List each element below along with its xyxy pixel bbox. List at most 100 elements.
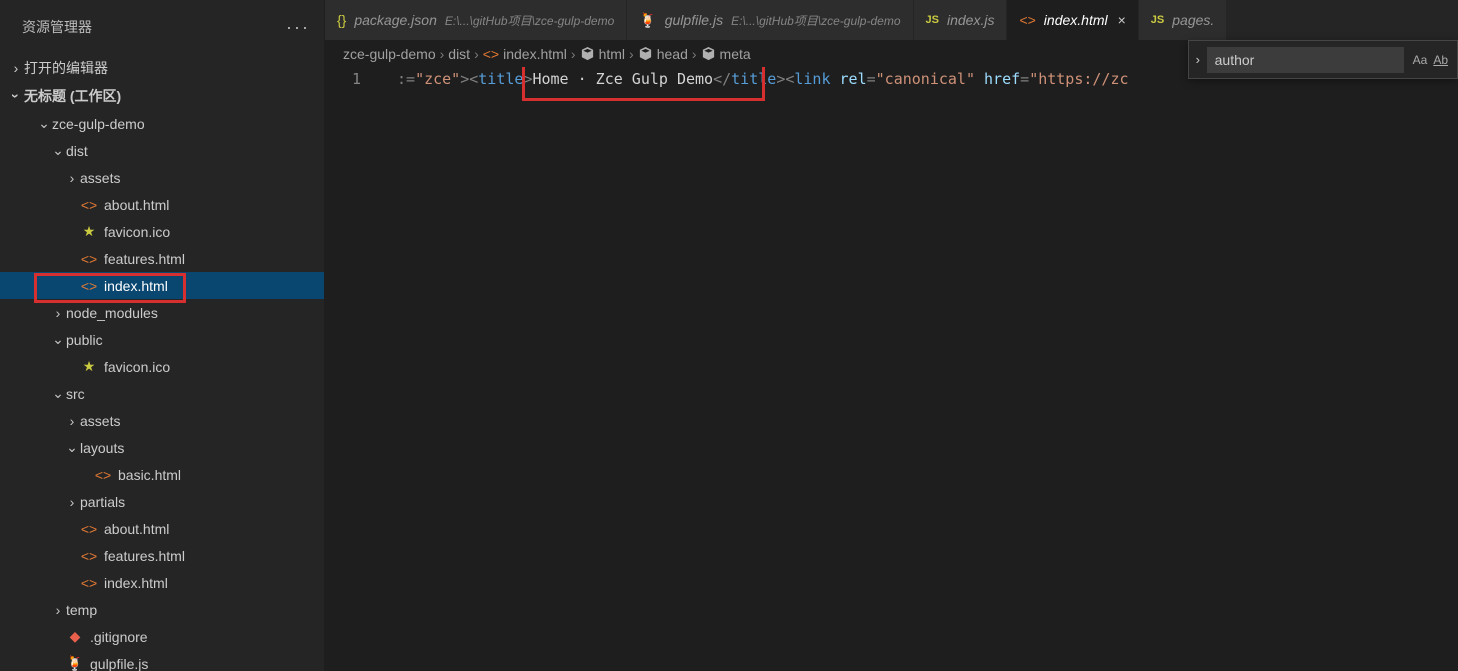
tree-folder[interactable]: ⌄layouts — [0, 434, 324, 461]
tree-label: public — [66, 332, 103, 348]
html-file-icon: <> — [80, 278, 98, 294]
tab-title: pages. — [1172, 12, 1214, 28]
tree-label: about.html — [104, 197, 169, 213]
chevron-down-icon: ⌄ — [50, 142, 66, 159]
code-token: := — [397, 70, 415, 88]
search-options: Aa Ab — [1404, 51, 1457, 69]
open-editors-label: 打开的编辑器 — [24, 58, 108, 78]
symbol-icon — [701, 46, 716, 61]
breadcrumb-separator: › — [440, 46, 445, 62]
code-token: link — [794, 70, 830, 88]
code-line: :="zce"><title>Home · Zce Gulp Demo</tit… — [397, 70, 1129, 88]
tree-file[interactable]: <> about.html — [0, 191, 324, 218]
tree-folder[interactable]: ⌄public — [0, 326, 324, 353]
breadcrumb-item[interactable]: html — [580, 46, 625, 62]
editor-tab[interactable]: 🍹gulpfile.jsE:\...\gitHub项目\zce-gulp-dem… — [627, 0, 913, 40]
breadcrumb-item[interactable]: head — [638, 46, 688, 62]
match-word-toggle[interactable]: Ab — [1430, 51, 1451, 69]
tree-label: about.html — [104, 521, 169, 537]
tree-folder[interactable]: ⌄dist — [0, 137, 324, 164]
chevron-right-icon[interactable]: › — [1189, 52, 1207, 67]
tree-folder[interactable]: ›temp — [0, 596, 324, 623]
tree-label: layouts — [80, 440, 124, 456]
tree-label: src — [66, 386, 85, 402]
tree-file[interactable]: ★favicon.ico — [0, 218, 324, 245]
tree-label: gulpfile.js — [90, 656, 148, 671]
tree-file[interactable]: <>about.html — [0, 515, 324, 542]
tree-label: assets — [80, 170, 120, 186]
js-icon: JS — [926, 14, 939, 26]
tree-label: features.html — [104, 251, 185, 267]
tree-folder[interactable]: ›partials — [0, 488, 324, 515]
code-token: rel — [840, 70, 867, 88]
tree-label: index.html — [104, 278, 168, 294]
close-icon[interactable]: × — [1118, 12, 1126, 28]
tree-label: dist — [66, 143, 88, 159]
file-tree: ⌄zce-gulp-demo⌄dist›assets<>about.html★f… — [0, 110, 324, 671]
html-file-icon: <> — [1019, 12, 1035, 28]
tree-folder[interactable]: ⌄zce-gulp-demo — [0, 110, 324, 137]
tree-folder[interactable]: ›assets — [0, 164, 324, 191]
code-token: >< — [776, 70, 794, 88]
editor-tab[interactable]: {}package.jsonE:\...\gitHub项目\zce-gulp-d… — [325, 0, 627, 40]
tree-folder[interactable]: ›node_modules — [0, 299, 324, 326]
symbol-icon — [580, 46, 595, 61]
js-icon: JS — [1151, 14, 1164, 26]
breadcrumb-item[interactable]: <>index.html — [483, 46, 567, 62]
tree-folder[interactable]: ›assets — [0, 407, 324, 434]
tree-file[interactable]: <>features.html — [0, 542, 324, 569]
code-token: title — [731, 70, 776, 88]
chevron-right-icon: › — [50, 305, 66, 321]
favicon-icon: ★ — [80, 358, 98, 375]
tree-file[interactable]: <>index.html — [0, 569, 324, 596]
editor-tab[interactable]: JSindex.js — [914, 0, 1008, 40]
symbol-icon — [638, 46, 653, 61]
html-file-icon: <> — [80, 251, 98, 267]
search-input[interactable] — [1207, 47, 1404, 73]
tree-label: .gitignore — [90, 629, 148, 645]
code-token: "canonical" — [876, 70, 975, 88]
breadcrumb-separator: › — [629, 46, 634, 62]
breadcrumb-separator: › — [474, 46, 479, 62]
open-editors-section[interactable]: › 打开的编辑器 — [0, 54, 324, 82]
editor-tab[interactable]: <> index.html × — [1007, 0, 1138, 40]
tab-title: package.json — [354, 12, 437, 28]
code-token — [831, 70, 840, 88]
chevron-right-icon: › — [50, 602, 66, 618]
tree-file[interactable]: ◆.gitignore — [0, 623, 324, 650]
match-case-toggle[interactable]: Aa — [1410, 51, 1431, 69]
tree-label: node_modules — [66, 305, 158, 321]
tree-file[interactable]: ★ favicon.ico — [0, 353, 324, 380]
tree-label: basic.html — [118, 467, 181, 483]
editor-area: {}package.jsonE:\...\gitHub项目\zce-gulp-d… — [325, 0, 1458, 671]
breadcrumb-separator: › — [571, 46, 576, 62]
tree-label: index.html — [104, 575, 168, 591]
gulp-icon: 🍹 — [639, 12, 656, 29]
tree-label: assets — [80, 413, 120, 429]
explorer-sidebar: 资源管理器 ··· › 打开的编辑器 › 无标题 (工作区) ⌄zce-gulp… — [0, 0, 325, 671]
html-file-icon: <> — [80, 548, 98, 564]
editor-tab[interactable]: JS pages. — [1139, 0, 1228, 40]
find-widget: › Aa Ab — [1188, 40, 1458, 79]
workspace-section[interactable]: › 无标题 (工作区) — [0, 82, 324, 110]
breadcrumb-item[interactable]: zce-gulp-demo — [343, 46, 436, 62]
line-number: 1 — [325, 70, 383, 88]
tree-file[interactable]: <>basic.html — [0, 461, 324, 488]
tree-label: partials — [80, 494, 125, 510]
tree-folder[interactable]: ⌄src — [0, 380, 324, 407]
code-token: Home · Zce Gulp Demo — [532, 70, 713, 88]
html-file-icon: <> — [80, 197, 98, 213]
tree-file[interactable]: 🍹gulpfile.js — [0, 650, 324, 671]
tree-label: favicon.ico — [104, 224, 170, 240]
code-editor[interactable]: 1 :="zce"><title>Home · Zce Gulp Demo</t… — [325, 67, 1458, 671]
code-token: = — [1020, 70, 1029, 88]
explorer-title: 资源管理器 — [22, 17, 92, 37]
chevron-right-icon: › — [64, 494, 80, 510]
more-icon[interactable]: ··· — [286, 17, 310, 38]
tab-title: index.html — [1044, 12, 1108, 28]
tree-file[interactable]: <> features.html — [0, 245, 324, 272]
tree-label: favicon.ico — [104, 359, 170, 375]
tree-file[interactable]: <> index.html — [0, 272, 324, 299]
breadcrumb-item[interactable]: meta — [701, 46, 751, 62]
breadcrumb-item[interactable]: dist — [448, 46, 470, 62]
